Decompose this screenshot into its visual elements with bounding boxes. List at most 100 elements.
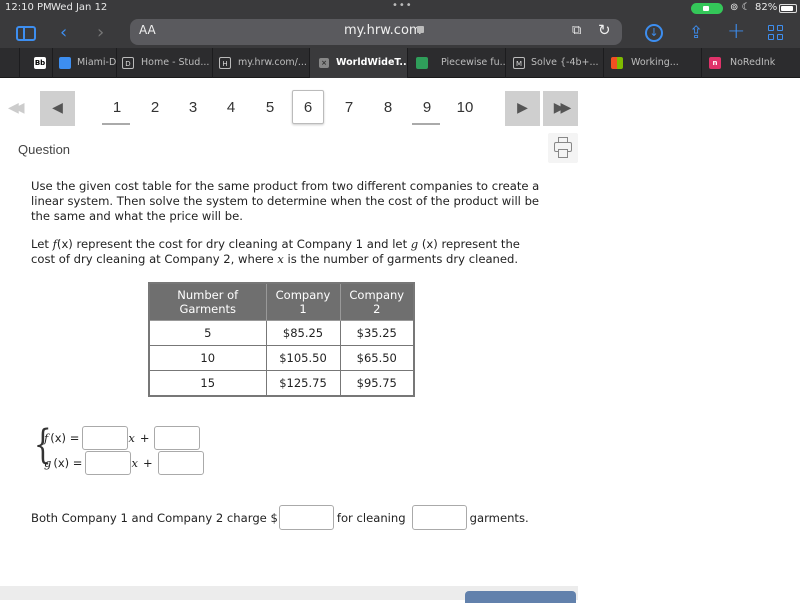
garments-input[interactable] xyxy=(411,505,467,530)
tab-my-hrw[interactable]: H my.hrw.com/... xyxy=(213,48,310,78)
submit-button[interactable] xyxy=(465,591,576,603)
page-10[interactable]: 10 xyxy=(449,91,481,125)
page-3[interactable]: 3 xyxy=(177,91,209,125)
cell-company-1: $105.50 xyxy=(265,345,341,371)
page-9[interactable]: 9 xyxy=(411,91,443,125)
tab-overview-icon[interactable] xyxy=(768,25,784,41)
noredink-icon: n xyxy=(709,57,721,69)
multitasking-dots-icon[interactable]: ••• xyxy=(392,0,413,11)
downloads-icon[interactable]: ↓ xyxy=(645,24,663,42)
linear-system: { f (x) = x + g (x) = x + xyxy=(30,422,230,476)
do-not-disturb-icon: ⊚ ☾ xyxy=(730,2,751,13)
answer-text-2: for cleaning xyxy=(336,510,406,525)
answer-text-1: Both Company 1 and Company 2 charge $ xyxy=(31,510,278,525)
m-favicon-icon: M xyxy=(513,57,525,69)
f-intercept-input[interactable] xyxy=(154,426,201,450)
header-company-2: Company 2 xyxy=(339,282,415,321)
new-tab-icon[interactable]: + xyxy=(727,17,745,47)
previous-page-button[interactable]: ◀ xyxy=(40,91,75,126)
cell-company-2: $65.50 xyxy=(339,345,415,371)
cost-table: Number of Garments Company 1 Company 2 5 $8… xyxy=(148,282,415,397)
table-row: 5 $85.25 $35.25 xyxy=(148,320,415,346)
extensions-icon[interactable]: ⧉ xyxy=(572,23,581,38)
table-row: 15 $125.75 $95.75 xyxy=(148,370,415,396)
tab-label: NoRedInk xyxy=(730,57,776,68)
cell-company-1: $125.75 xyxy=(265,370,341,396)
tab-working[interactable]: Working... xyxy=(604,48,702,78)
page-2[interactable]: 2 xyxy=(139,91,171,125)
tab-piecewise[interactable]: Piecewise fu... xyxy=(408,48,506,78)
question-prompt: Use the given cost table for the same pr… xyxy=(31,179,541,280)
next-page-button[interactable]: ▶ xyxy=(505,91,540,126)
table-header-row: Number of Garments Company 1 Company 2 xyxy=(148,282,415,321)
question-pager: ◀◀ ◀ 1 2 3 4 5 6 7 8 9 10 ▶ ▶▶ xyxy=(0,90,600,127)
text-size-button[interactable]: AA xyxy=(139,23,156,37)
definitions-text: Let f(x) represent the cost for dry clea… xyxy=(31,237,520,266)
status-time: 12:10 PM xyxy=(5,2,52,13)
g-slope-input[interactable] xyxy=(85,451,132,475)
cell-garments: 5 xyxy=(148,320,267,346)
tab-label: WorldWideT... xyxy=(336,57,408,68)
tab-label: my.hrw.com/... xyxy=(238,57,307,68)
url-text: my.hrw.com xyxy=(344,23,422,38)
status-bar: 12:10 PM Wed Jan 12 ••• ⊚ ☾ 82% xyxy=(0,0,800,18)
address-bar[interactable]: AA my.hrw.com ⧉ ↻ xyxy=(130,19,622,45)
page-7[interactable]: 7 xyxy=(333,91,365,125)
forward-button-icon[interactable]: › xyxy=(97,18,104,48)
battery-percent: 82% xyxy=(755,2,778,13)
f-equation: f (x) = x + xyxy=(44,426,201,450)
last-page-button[interactable]: ▶▶ xyxy=(543,91,578,126)
tab-worldwidet[interactable]: × WorldWideT... xyxy=(310,48,408,78)
tab-miami-dade[interactable]: Miami-Da xyxy=(53,48,117,78)
cell-garments: 10 xyxy=(148,345,267,371)
tab-label: Miami-Da xyxy=(77,57,117,68)
table-row: 10 $105.50 $65.50 xyxy=(148,345,415,371)
page-1[interactable]: 1 xyxy=(101,91,133,125)
tab-solve[interactable]: M Solve {-4b+... xyxy=(506,48,604,78)
microsoft-icon xyxy=(611,57,623,69)
camera-in-use-icon xyxy=(691,3,723,14)
tab-label: Working... xyxy=(631,57,679,68)
battery-icon xyxy=(779,4,797,13)
tab-blackboard[interactable]: Bb xyxy=(20,48,53,78)
blackboard-icon: Bb xyxy=(34,57,46,69)
tab-noredink[interactable]: n NoRedInk xyxy=(702,48,800,78)
cell-company-2: $35.25 xyxy=(339,320,415,346)
desmos-icon xyxy=(416,57,428,69)
page-8[interactable]: 8 xyxy=(372,91,404,125)
back-button-icon[interactable]: ‹ xyxy=(60,18,67,48)
tab-label: Home - Stud... xyxy=(141,57,210,68)
page-content: ◀◀ ◀ 1 2 3 4 5 6 7 8 9 10 ▶ ▶▶ Question … xyxy=(0,78,800,603)
reload-icon[interactable]: ↻ xyxy=(598,21,611,39)
close-tab-icon[interactable]: × xyxy=(319,58,329,68)
cell-company-1: $85.25 xyxy=(265,320,341,346)
page-6-current[interactable]: 6 xyxy=(292,90,324,124)
status-date: Wed Jan 12 xyxy=(51,2,108,13)
tab-label: Piecewise fu... xyxy=(441,57,506,68)
cell-garments: 15 xyxy=(148,370,267,396)
safari-icon xyxy=(59,57,71,69)
cell-company-2: $95.75 xyxy=(339,370,415,396)
g-intercept-input[interactable] xyxy=(157,451,204,475)
answer-text-3: garments. xyxy=(469,510,529,525)
print-icon[interactable] xyxy=(548,133,578,163)
f-slope-input[interactable] xyxy=(82,426,129,450)
lock-icon xyxy=(417,26,424,33)
h-favicon-icon: H xyxy=(219,57,231,69)
header-company-1: Company 1 xyxy=(265,282,341,321)
header-garments: Number of Garments xyxy=(148,282,267,321)
page-4[interactable]: 4 xyxy=(215,91,247,125)
instructions-text: Use the given cost table for the same pr… xyxy=(31,179,540,223)
tab-bar: Bb Miami-Da D Home - Stud... H my.hrw.co… xyxy=(0,48,800,78)
first-page-icon[interactable]: ◀◀ xyxy=(8,100,24,116)
tab-pinned[interactable] xyxy=(0,48,20,78)
g-equation: g (x) = x + xyxy=(44,451,204,475)
d-favicon-icon: D xyxy=(122,57,134,69)
tab-home-student[interactable]: D Home - Stud... xyxy=(117,48,213,78)
tab-label: Solve {-4b+... xyxy=(531,57,599,68)
page-5[interactable]: 5 xyxy=(254,91,286,125)
answer-sentence: Both Company 1 and Company 2 charge $ fo… xyxy=(31,505,529,530)
price-input[interactable] xyxy=(278,505,334,530)
sidebar-toggle-icon[interactable] xyxy=(16,26,36,41)
share-icon[interactable]: ⇪ xyxy=(689,18,703,48)
